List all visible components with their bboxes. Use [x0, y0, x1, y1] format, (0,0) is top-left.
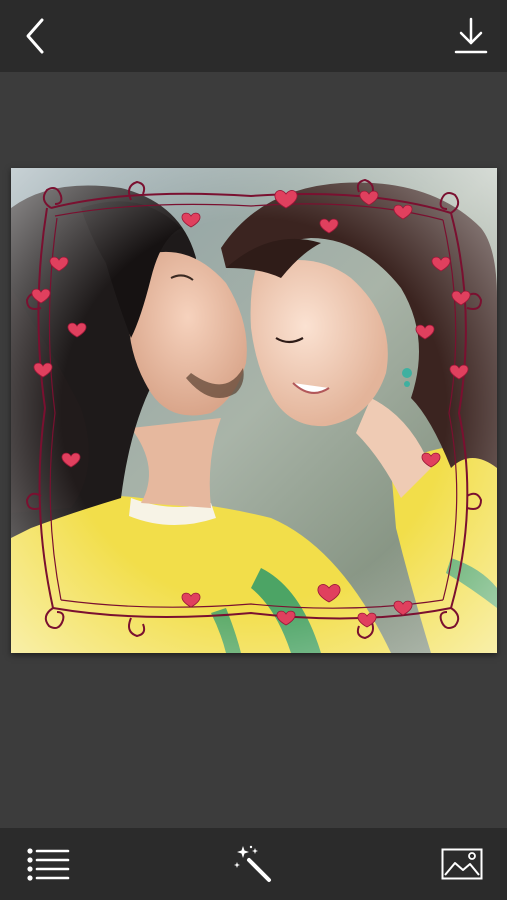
bottom-toolbar [0, 828, 507, 900]
photo-illustration [11, 168, 497, 653]
download-button[interactable] [435, 0, 507, 72]
top-bar [0, 0, 507, 72]
chevron-left-icon [26, 18, 44, 54]
framed-photo[interactable] [11, 168, 497, 653]
image-gallery-icon [441, 848, 483, 880]
effects-button[interactable] [208, 828, 298, 900]
gallery-button[interactable] [417, 828, 507, 900]
back-button[interactable] [0, 0, 72, 72]
magic-wand-icon [234, 845, 271, 882]
download-icon [454, 17, 488, 54]
menu-button[interactable] [3, 828, 93, 900]
list-menu-icon [27, 848, 70, 881]
